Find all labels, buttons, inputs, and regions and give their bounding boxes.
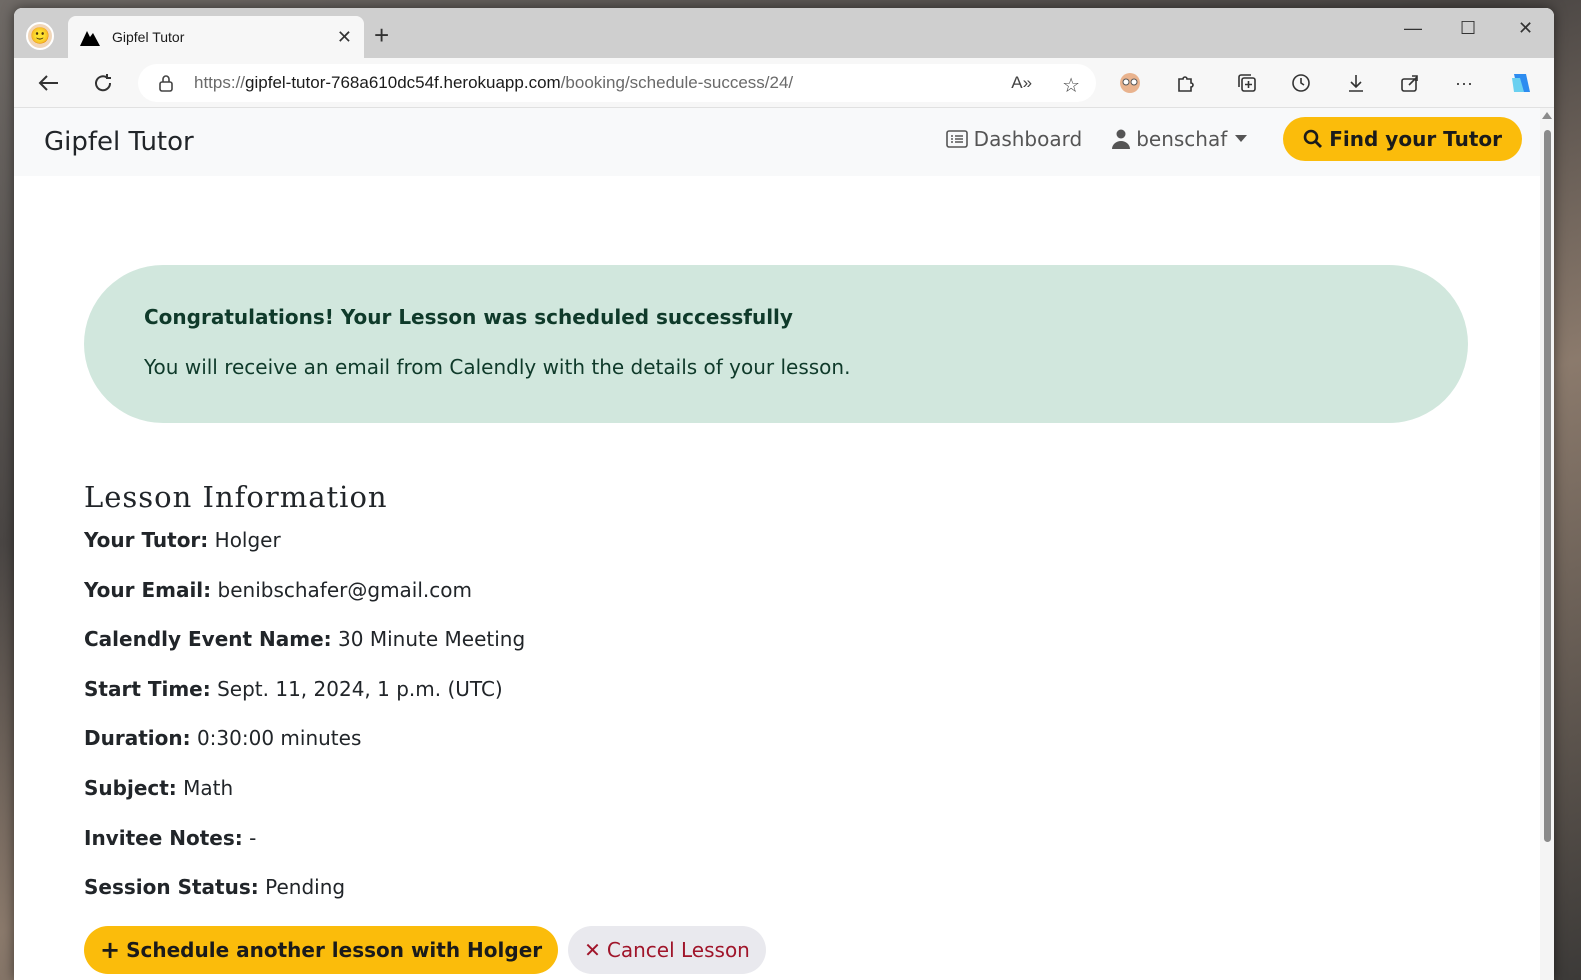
search-icon [1303, 129, 1323, 148]
field-label: Your Email: [84, 577, 212, 602]
new-tab-icon[interactable]: + [374, 22, 389, 48]
lesson-field-tutor: Your Tutor: Holger [84, 528, 525, 578]
dashboard-list-icon [945, 130, 968, 148]
more-menu-icon[interactable]: ··· [1450, 69, 1478, 97]
alert-heading: Congratulations! Your Lesson was schedul… [144, 305, 793, 329]
dashboard-link[interactable]: Dashboard [945, 127, 1083, 151]
lesson-field-start-time: Start Time: Sept. 11, 2024, 1 p.m. (UTC) [84, 677, 525, 727]
field-label: Session Status: [84, 875, 259, 900]
favorite-star-icon[interactable]: ☆ [1062, 73, 1080, 98]
window-close-icon[interactable]: ✕ [1518, 18, 1533, 39]
lesson-field-invitee-notes: Invitee Notes: - [84, 826, 525, 876]
scroll-up-arrow-icon[interactable] [1542, 112, 1552, 119]
lesson-info-title: Lesson Information [84, 480, 388, 514]
cancel-label: Cancel Lesson [606, 938, 750, 962]
field-value: Sept. 11, 2024, 1 p.m. (UTC) [217, 676, 503, 701]
field-label: Subject: [84, 775, 177, 800]
field-value: - [249, 825, 257, 850]
url-text: https://gipfel-tutor-768a610dc54f.heroku… [194, 73, 793, 93]
lesson-field-duration: Duration: 0:30:00 minutes [84, 726, 525, 776]
browser-tab[interactable]: Gipfel Tutor ✕ [68, 16, 364, 58]
plus-icon: + [100, 936, 121, 964]
reload-icon[interactable] [89, 69, 117, 97]
site-navbar: Gipfel Tutor Dashboard benschaf Find you… [14, 108, 1540, 176]
lesson-field-email: Your Email: benibschafer@gmail.com [84, 578, 525, 628]
maximize-icon[interactable]: ☐ [1460, 18, 1476, 39]
user-icon [1112, 129, 1131, 149]
lesson-actions: + Schedule another lesson with Holger ✕ … [84, 926, 766, 974]
history-icon[interactable] [1287, 69, 1315, 97]
lesson-field-event-name: Calendly Event Name: 30 Minute Meeting [84, 627, 525, 677]
lock-icon[interactable] [158, 74, 176, 92]
url-prefix: https:// [194, 73, 246, 92]
field-value: benibschafer@gmail.com [217, 577, 472, 602]
close-tab-icon[interactable]: ✕ [337, 27, 352, 48]
x-icon: ✕ [584, 938, 601, 962]
field-value: 30 Minute Meeting [338, 627, 526, 652]
download-icon[interactable] [1342, 69, 1370, 97]
field-label: Your Tutor: [84, 528, 209, 552]
caret-down-icon [1235, 135, 1248, 142]
url-host: gipfel-tutor-768a610dc54f.herokuapp.com [245, 73, 561, 92]
field-label: Calendly Event Name: [84, 627, 332, 652]
back-icon[interactable] [34, 69, 62, 97]
cancel-lesson-button[interactable]: ✕ Cancel Lesson [568, 926, 766, 974]
browser-window: 🙂 Gipfel Tutor ✕ + — ☐ ✕ https://gipfel-… [14, 8, 1554, 980]
success-alert: Congratulations! Your Lesson was schedul… [84, 265, 1468, 423]
field-label: Invitee Notes: [84, 825, 243, 850]
field-value: Holger [214, 528, 281, 552]
field-value: Math [183, 775, 234, 800]
brand-link[interactable]: Gipfel Tutor [44, 127, 194, 157]
alert-message: You will receive an email from Calendly … [144, 355, 851, 379]
username-label: benschaf [1136, 127, 1228, 151]
scrollbar-thumb[interactable] [1544, 130, 1551, 842]
copilot-icon[interactable] [1507, 69, 1535, 97]
lesson-information: Lesson Information Your Tutor: Holger Yo… [84, 480, 525, 925]
find-tutor-label: Find your Tutor [1329, 127, 1502, 151]
schedule-label: Schedule another lesson with Holger [126, 938, 543, 962]
minimize-icon[interactable]: — [1404, 18, 1422, 39]
tab-strip: 🙂 Gipfel Tutor ✕ + — ☐ ✕ [14, 8, 1554, 58]
field-value: Pending [265, 875, 346, 900]
field-label: Start Time: [84, 676, 211, 701]
url-field[interactable]: https://gipfel-tutor-768a610dc54f.heroku… [138, 64, 1096, 102]
collections-icon[interactable] [1233, 69, 1261, 97]
profile-avatar-icon[interactable]: 🙂 [26, 22, 54, 50]
find-tutor-button[interactable]: Find your Tutor [1283, 117, 1522, 161]
url-path: /booking/schedule-success/24/ [560, 73, 794, 92]
field-label: Duration: [84, 726, 191, 751]
read-aloud-icon[interactable]: A» [1011, 73, 1032, 98]
extensions-puzzle-icon[interactable] [1171, 69, 1199, 97]
dashboard-label: Dashboard [973, 127, 1083, 151]
lesson-field-session-status: Session Status: Pending [84, 875, 525, 925]
mountain-favicon-icon [80, 27, 100, 47]
extension-avatar-icon[interactable] [1116, 69, 1144, 97]
page-scrollbar[interactable] [1540, 108, 1554, 980]
address-bar-row: https://gipfel-tutor-768a610dc54f.heroku… [14, 58, 1554, 108]
schedule-another-lesson-button[interactable]: + Schedule another lesson with Holger [84, 926, 559, 974]
user-menu-dropdown[interactable]: benschaf [1112, 127, 1253, 151]
lesson-field-subject: Subject: Math [84, 776, 525, 826]
tab-title: Gipfel Tutor [112, 29, 185, 45]
web-page: Gipfel Tutor Dashboard benschaf Find you… [14, 108, 1540, 980]
field-value: 0:30:00 minutes [196, 726, 362, 751]
share-icon[interactable] [1396, 69, 1424, 97]
